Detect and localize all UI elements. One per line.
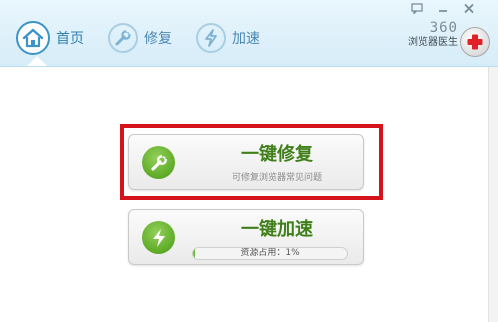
brand-number: 360 — [429, 20, 458, 36]
one-click-speedup-button[interactable]: 一键加速 资源占用：1% — [128, 209, 364, 265]
header-bar: 首页 修复 加速 360 浏览器医生 — [0, 0, 498, 67]
browser-doctor-window: 首页 修复 加速 360 浏览器医生 一键修复 可修复浏览器常见问题 一键加速 … — [0, 0, 498, 322]
brand-name: 浏览器医生 — [408, 37, 458, 48]
tab-repair-label: 修复 — [144, 31, 172, 47]
tab-home[interactable]: 首页 — [16, 17, 84, 59]
wrench-icon — [108, 23, 138, 53]
resource-usage-label: 资源占用：1% — [240, 248, 300, 258]
lightning-icon — [196, 23, 226, 53]
feedback-icon[interactable] — [410, 2, 424, 14]
close-icon[interactable] — [462, 2, 476, 14]
red-cross-icon — [460, 27, 490, 57]
scrollbar-track — [488, 67, 498, 322]
highlight-box — [120, 124, 383, 200]
lightning-icon — [142, 221, 175, 254]
tab-repair[interactable]: 修复 — [108, 17, 172, 59]
tab-home-label: 首页 — [56, 31, 84, 47]
minimize-icon[interactable] — [436, 2, 450, 14]
tab-speed[interactable]: 加速 — [196, 17, 260, 59]
home-icon — [16, 21, 50, 55]
speedup-title: 一键加速 — [241, 219, 313, 240]
brand-block: 360 浏览器医生 — [398, 20, 458, 50]
active-tab-pointer — [27, 56, 47, 66]
tab-speed-label: 加速 — [232, 31, 260, 47]
resource-usage-bar: 资源占用：1% — [192, 247, 348, 260]
